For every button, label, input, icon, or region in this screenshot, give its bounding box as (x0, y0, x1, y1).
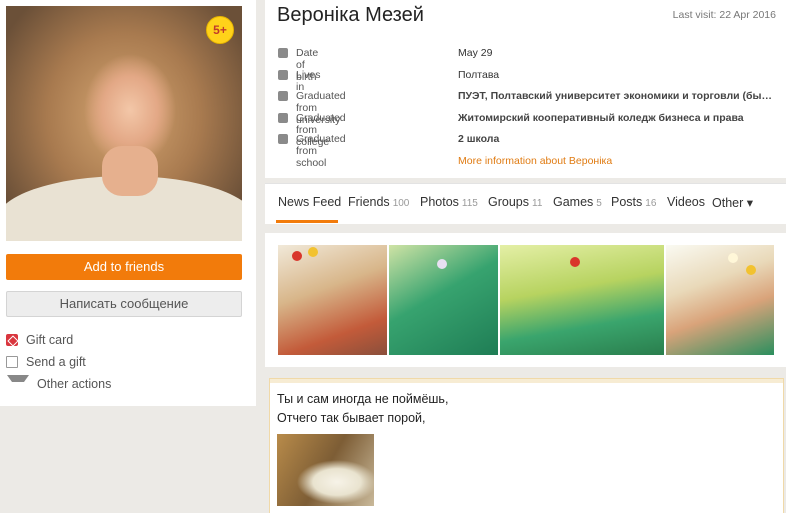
tab-label: News Feed (278, 195, 342, 209)
info-value-link[interactable]: Житомирский кооперативный коледж бизнеса… (458, 112, 778, 124)
tab-label: Friends (348, 195, 390, 209)
photo-thumbnail[interactable] (278, 245, 387, 355)
tab-label: Videos (667, 195, 705, 209)
tab-label: Posts (611, 195, 643, 209)
house-icon (278, 69, 288, 80)
photo-decoration (570, 257, 580, 267)
tab-friends[interactable]: Friends 100 (348, 195, 409, 209)
tab-count: 16 (645, 198, 657, 209)
profile-avatar[interactable]: 5+ (6, 6, 242, 241)
tab-label: Photos (420, 195, 459, 209)
last-visit: Last visit: 22 Apr 2016 (672, 9, 776, 21)
photo-thumbnail[interactable] (666, 245, 774, 355)
write-message-button[interactable]: Написать сообщение (6, 291, 242, 317)
news-feed-post: Ты и сам иногда не поймёшь, Отчего так б… (269, 378, 784, 513)
send-gift-label: Send a gift (26, 355, 86, 369)
graduation-cap-icon (278, 91, 288, 101)
tab-other[interactable]: Other ▾ (712, 195, 753, 210)
tab-posts[interactable]: Posts 16 (611, 195, 656, 209)
info-value: May 29 (458, 47, 493, 59)
post-image[interactable] (277, 434, 374, 506)
other-actions-label: Other actions (37, 377, 112, 391)
info-label: Lives in (296, 68, 321, 93)
info-label: Graduated from school (296, 133, 346, 169)
gift-icon (6, 356, 18, 368)
birthday-cake-icon (278, 48, 288, 58)
info-value: Полтава (458, 68, 500, 81)
age-rating-badge: 5+ (206, 16, 234, 44)
photo-decoration (437, 259, 447, 269)
tab-label: Other ▾ (712, 196, 754, 210)
photo-thumbnail[interactable] (389, 245, 498, 355)
info-value-link[interactable]: 2 школа (458, 133, 778, 145)
profile-header: Вероніка Мезей Last visit: 22 Apr 2016 D… (265, 0, 786, 178)
tab-videos[interactable]: Videos (667, 195, 705, 209)
caret-down-icon (7, 374, 29, 394)
add-to-friends-button[interactable]: Add to friends (6, 254, 242, 280)
tab-label: Groups (488, 195, 529, 209)
tab-count: 100 (392, 198, 410, 209)
photo-decoration (292, 251, 302, 261)
post-text-line: Отчего так бывает порой, (277, 411, 426, 425)
profile-name: Вероніка Мезей (277, 4, 424, 26)
tab-count: 5 (596, 198, 602, 209)
info-value-link[interactable]: ПУЭТ, Полтавский университет экономики и… (458, 90, 778, 102)
tab-label: Games (553, 195, 594, 209)
photo-decoration (308, 247, 318, 257)
photo-decoration (728, 253, 738, 263)
active-tab-indicator (276, 220, 338, 223)
tab-games[interactable]: Games 5 (553, 195, 602, 209)
send-gift-action[interactable]: Send a gift (6, 351, 111, 373)
school-bell-icon (278, 134, 288, 144)
more-info-link[interactable]: More information about Вероніка (458, 155, 612, 167)
profile-tabs: News Feed Friends 100 Photos 115 Groups 11 … (265, 183, 786, 224)
left-column: 5+ Add to friends Написать сообщение Gif… (0, 0, 256, 406)
photo-strip (265, 233, 786, 367)
other-actions-action[interactable]: Other actions (6, 373, 111, 395)
tab-count: 11 (532, 198, 543, 209)
book-icon (278, 112, 288, 123)
gift-card-action[interactable]: Gift card (6, 329, 111, 351)
photo-thumbnail[interactable] (500, 245, 664, 355)
avatar-neck (102, 146, 158, 196)
post-top-border (270, 379, 783, 383)
gift-card-icon (6, 334, 18, 346)
tab-photos[interactable]: Photos 115 (420, 195, 478, 209)
photo-decoration (746, 265, 756, 275)
tab-groups[interactable]: Groups 11 (488, 195, 542, 209)
gift-card-label: Gift card (26, 333, 74, 347)
tab-news-feed[interactable]: News Feed (278, 195, 341, 209)
tab-count: 115 (461, 198, 478, 209)
profile-actions: Gift card Send a gift Other actions (6, 329, 111, 395)
post-text-line: Ты и сам иногда не поймёшь, (277, 392, 449, 406)
